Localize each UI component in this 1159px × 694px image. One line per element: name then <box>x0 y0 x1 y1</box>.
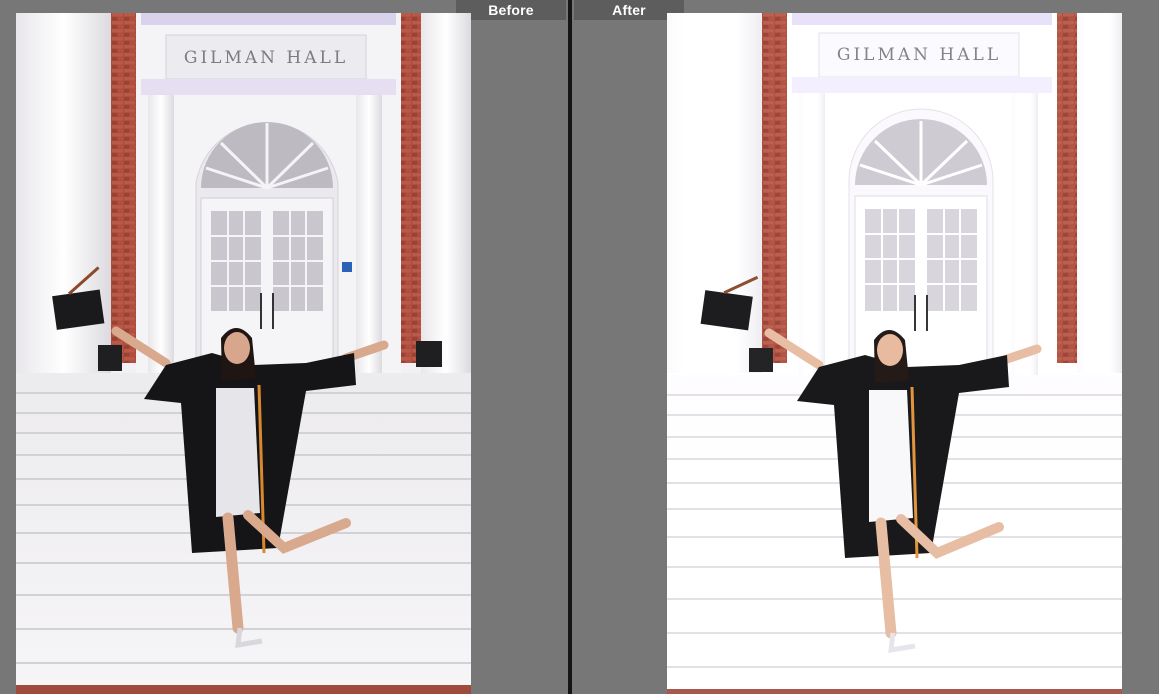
before-photo[interactable]: GILMAN HALL <box>16 13 471 694</box>
photo-image: GILMAN HALL <box>16 13 471 694</box>
photo-image: GILMAN HALL <box>667 13 1122 694</box>
column-right <box>421 13 471 373</box>
building-sign: GILMAN HALL <box>184 48 348 68</box>
before-label: Before <box>456 0 566 20</box>
before-pane: Before GILMAN HALL <box>0 0 568 694</box>
accessibility-sign <box>342 262 352 272</box>
after-photo[interactable]: GILMAN HALL <box>667 13 1122 694</box>
building-sign: GILMAN HALL <box>837 45 1001 65</box>
column-right <box>1077 13 1122 373</box>
after-pane: After GILMAN HALL <box>572 0 1159 694</box>
